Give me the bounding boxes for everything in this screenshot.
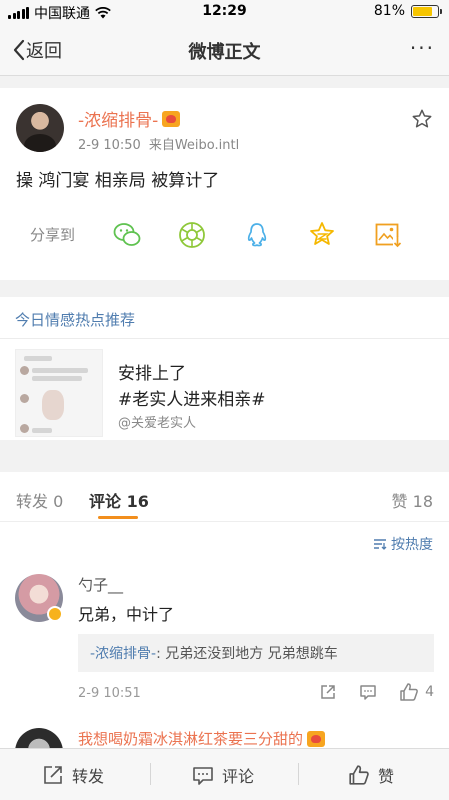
comment-label: 评论 [222,767,255,786]
tab-repost-label: 转发 [16,492,49,511]
repost-label: 转发 [72,767,105,786]
comment-like-count: 4 [425,684,434,700]
comment-like-button[interactable]: 4 [399,682,434,702]
recommend-card[interactable]: 今日情感热点推荐 安排上了 #老实人进来相亲# @关爱老实人 [0,297,449,440]
thumbs-up-icon [349,765,369,785]
avatar[interactable] [15,728,63,748]
post-meta: 2-9 10:50 来自Weibo.intl [78,134,239,153]
post-time: 2-9 10:50 [78,138,141,153]
post-source: 来自Weibo.intl [148,138,240,153]
comment-actions: 4 [319,682,434,702]
wechat-icon[interactable] [112,220,142,250]
tab-active-indicator [98,516,138,519]
post-card: -浓缩排骨- 2-9 10:50 来自Weibo.intl 操 鸿门宴 相亲局 被… [0,88,449,280]
tab-like[interactable]: 赞 18 [392,488,433,512]
repost-icon [44,766,62,784]
tab-comment-count: 16 [126,492,149,511]
like-button[interactable]: 赞 [348,763,394,787]
qzone-icon[interactable] [307,220,337,250]
avatar[interactable] [16,104,64,152]
nav-bar: 返回 微博正文 ··· [0,24,449,76]
verified-badge-icon [47,606,63,622]
repost-button[interactable]: 转发 [42,763,104,787]
tab-comment[interactable]: 评论 16 [89,488,149,512]
comment-icon[interactable] [359,683,377,701]
share-icon[interactable] [319,683,337,701]
vip-badge-icon [162,110,181,127]
moments-icon[interactable] [177,220,207,250]
divider [150,763,151,785]
sort-button[interactable]: 按热度 [373,534,433,554]
comment-tabs: 转发 0 评论 16 赞 18 [0,472,449,522]
tab-like-count: 18 [412,492,433,511]
bottom-action-bar: 转发 评论 赞 [0,748,449,800]
divider [298,763,299,785]
tab-like-label: 赞 [391,492,408,511]
page-title: 微博正文 [188,42,261,63]
qq-icon[interactable] [242,220,272,250]
favorite-star-icon[interactable] [411,108,433,130]
comment-reply[interactable]: -浓缩排骨-: 兄弟还没到地方 兄弟想跳车 [78,634,434,672]
comment-list: 按热度 勺子__ 兄弟，中计了 -浓缩排骨-: 兄弟还没到地方 兄弟想跳车 2-… [0,522,449,748]
more-button[interactable]: ··· [410,36,435,60]
comment-text: 兄弟，中计了 [78,605,175,624]
like-label: 赞 [378,767,395,786]
save-image-icon[interactable] [373,220,403,250]
recommend-author: @关爱老实人 [118,416,197,431]
reply-text: : 兄弟还没到地方 兄弟想跳车 [156,646,338,662]
post-text: 操 鸿门宴 相亲局 被算计了 [16,171,220,191]
share-label: 分享到 [30,226,76,244]
recommend-header: 今日情感热点推荐 [0,297,449,339]
reply-username[interactable]: -浓缩排骨- [90,646,156,662]
recommend-header-label: 今日情感热点推荐 [15,311,136,329]
thumbs-up-icon [400,683,418,701]
share-row: 分享到 [0,216,449,252]
recommend-hashtag: #老实人进来相亲# [118,390,266,410]
tab-comment-label: 评论 [89,492,122,511]
battery-fill [413,6,433,16]
vip-badge-icon [307,730,326,747]
comment-username-text: 我想喝奶霜冰淇淋红茶要三分甜的 [78,730,304,748]
battery-percent: 81% [373,3,405,19]
tab-repost[interactable]: 转发 0 [16,488,63,512]
status-bar: 中国联通 12:29 81% [0,0,449,24]
sort-label: 按热度 [391,537,433,553]
tab-repost-count: 0 [53,492,64,511]
comment-username[interactable]: 我想喝奶霜冰淇淋红茶要三分甜的 [78,728,326,748]
battery-icon [411,4,442,18]
comment-username[interactable]: 勺子__ [78,574,123,595]
comment-button[interactable]: 评论 [192,763,254,787]
recommend-thumbnail[interactable] [15,349,103,437]
sort-icon [374,539,387,550]
comment-icon [193,767,213,785]
post-username-text: -浓缩排骨- [78,111,159,131]
comment-time: 2-9 10:51 [78,686,141,701]
recommend-title: 安排上了 [118,364,186,384]
post-username[interactable]: -浓缩排骨- [78,106,181,131]
